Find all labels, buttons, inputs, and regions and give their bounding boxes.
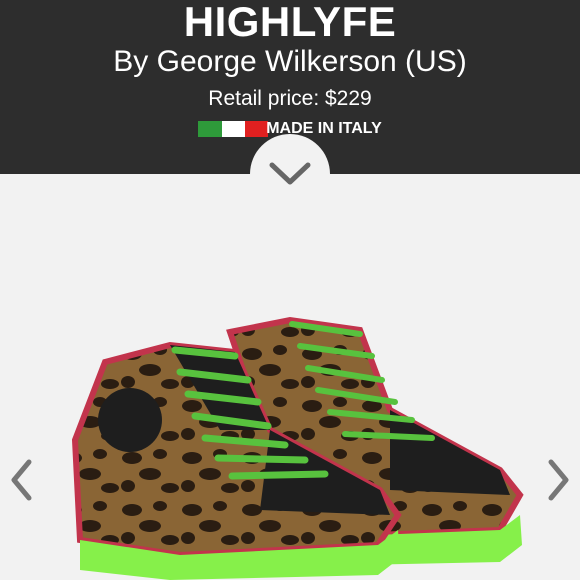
- chevron-right-icon: [548, 459, 569, 501]
- designer-byline: By George Wilkerson (US): [113, 45, 467, 78]
- expand-button[interactable]: [250, 134, 330, 214]
- next-image-button[interactable]: [538, 450, 578, 510]
- retail-price: Retail price: $229: [208, 87, 372, 110]
- chevron-down-icon: [269, 162, 311, 185]
- sneaker-image: [71, 316, 524, 580]
- chevron-left-icon: [11, 459, 32, 501]
- product-title: HIGHLYFE: [183, 0, 397, 45]
- previous-image-button[interactable]: [2, 450, 42, 510]
- italy-flag-icon: [198, 121, 269, 137]
